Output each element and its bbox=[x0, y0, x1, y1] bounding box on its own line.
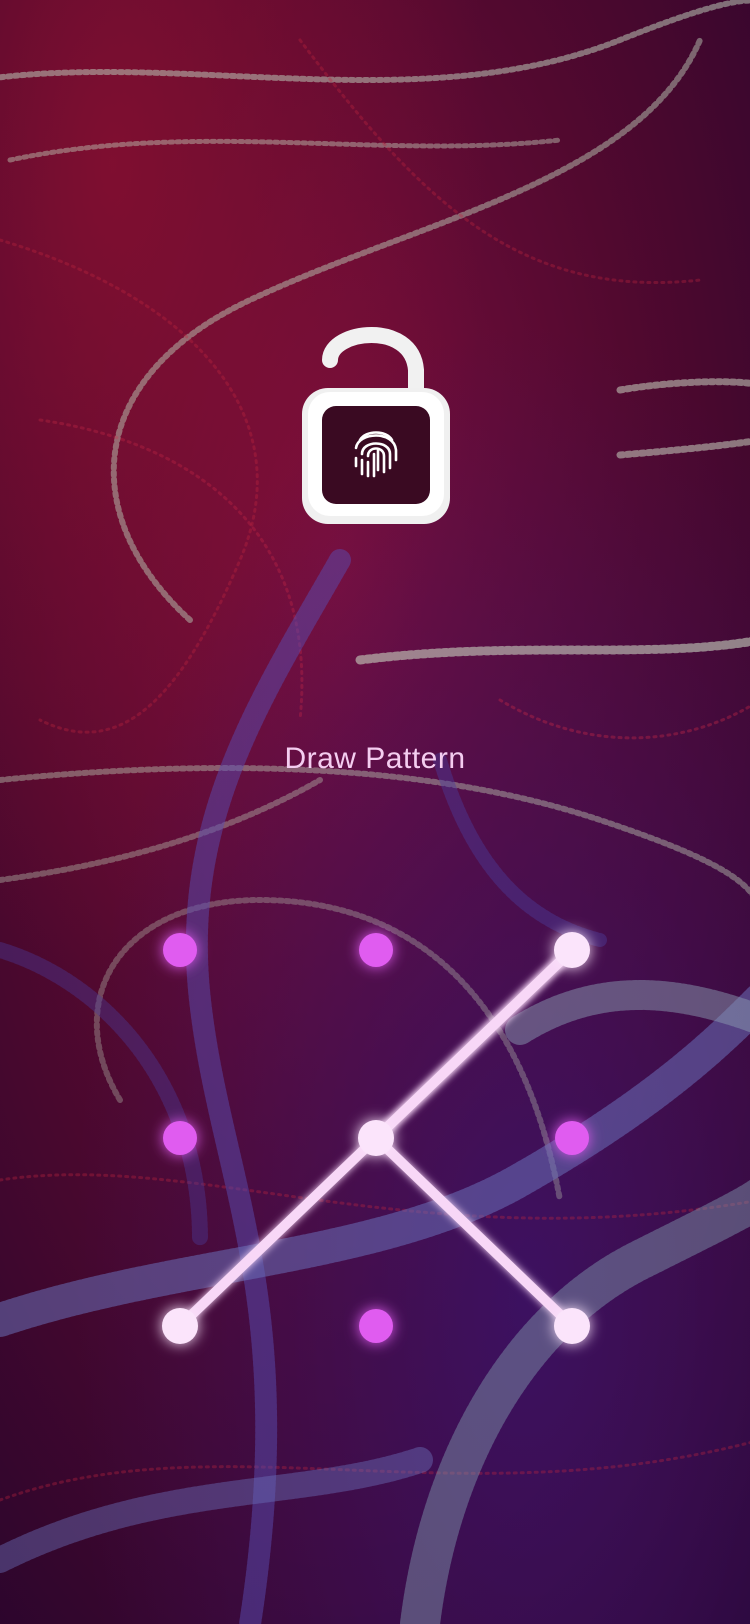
pattern-dot-4[interactable] bbox=[163, 1121, 197, 1155]
pattern-dot-1[interactable] bbox=[163, 933, 197, 967]
pattern-dot-2[interactable] bbox=[359, 933, 393, 967]
pattern-dot-5[interactable] bbox=[358, 1120, 394, 1156]
pattern-dot-9[interactable] bbox=[554, 1308, 590, 1344]
pattern-dot-7[interactable] bbox=[162, 1308, 198, 1344]
pattern-dot-6[interactable] bbox=[555, 1121, 589, 1155]
pattern-pad[interactable] bbox=[0, 0, 750, 1624]
pattern-segment bbox=[371, 1133, 577, 1331]
pattern-dot-3[interactable] bbox=[554, 932, 590, 968]
pattern-segment bbox=[371, 945, 577, 1143]
pattern-dot-8[interactable] bbox=[359, 1309, 393, 1343]
